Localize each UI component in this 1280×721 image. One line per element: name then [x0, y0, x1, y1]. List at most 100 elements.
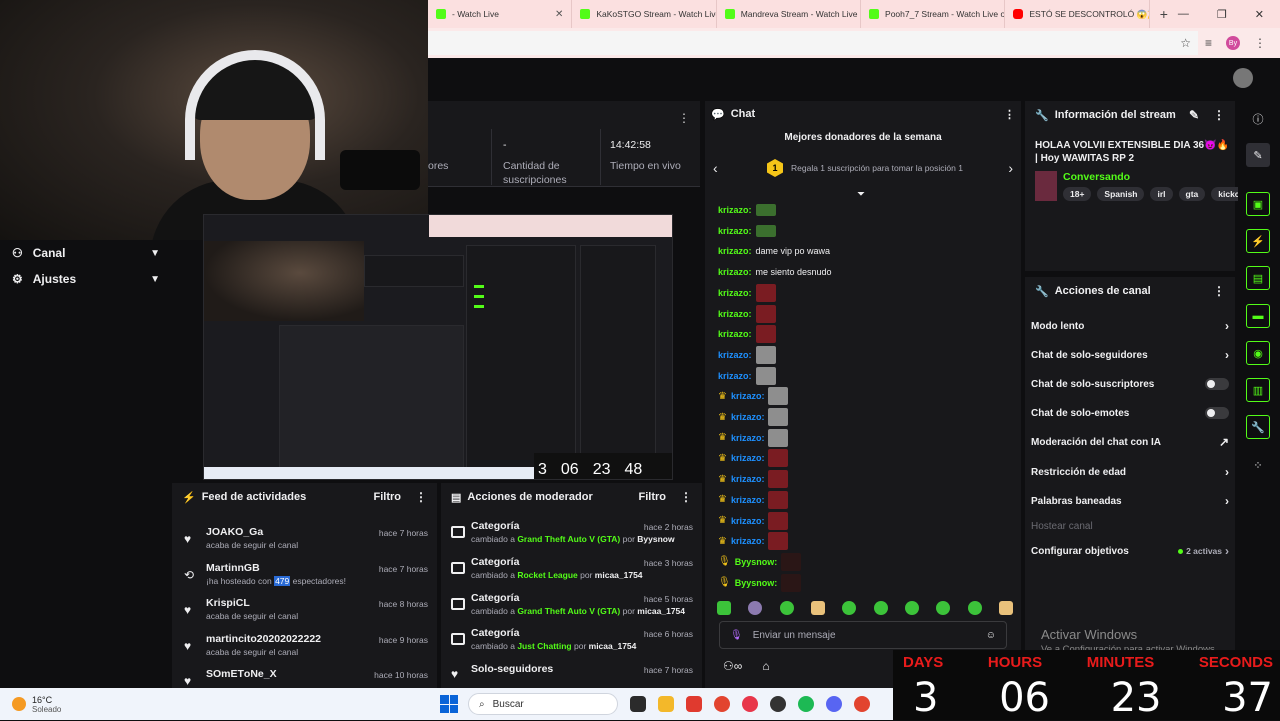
chat-action-icon[interactable]: ▬ — [1246, 304, 1270, 328]
restore-icon[interactable]: ❐ — [1217, 8, 1227, 21]
panel-menu-icon[interactable]: ⋮ — [1213, 284, 1225, 298]
chat-username[interactable]: krizazo: — [731, 412, 765, 422]
category-name[interactable]: Grand Theft Auto V (GTA) — [517, 534, 620, 544]
chat-username[interactable]: krizazo: — [731, 433, 765, 443]
emote-icon[interactable] — [810, 601, 825, 615]
channel-action-row[interactable]: Chat de solo-seguidores › — [1031, 346, 1229, 364]
windows-start-icon[interactable] — [440, 695, 458, 713]
chat-username[interactable]: Byysnow: — [735, 578, 778, 588]
app-icon[interactable] — [686, 696, 702, 712]
channel-action-row[interactable]: Palabras baneadas › — [1031, 492, 1229, 510]
follower-name[interactable]: MartinnGB — [206, 562, 260, 574]
app-icon[interactable] — [630, 696, 646, 712]
chat-username[interactable]: Byysnow: — [735, 557, 778, 567]
chrome-icon[interactable] — [854, 696, 870, 712]
chat-username[interactable]: krizazo: — [718, 267, 752, 277]
channel-action-row[interactable]: Restricción de edad › — [1031, 463, 1229, 481]
users-icon[interactable]: ⚇∞ — [723, 659, 742, 673]
close-window-icon[interactable]: ✕ — [1255, 8, 1264, 21]
channel-action-row[interactable]: Moderación del chat con IA ↗ — [1031, 433, 1229, 451]
folder-icon[interactable] — [658, 696, 674, 712]
notes-icon[interactable]: ▤ — [1246, 266, 1270, 290]
toggle-switch[interactable] — [1205, 378, 1229, 390]
emote-icon[interactable] — [717, 601, 731, 615]
taskbar-search[interactable]: ⌕ Buscar — [468, 693, 618, 715]
emote-icon[interactable] — [873, 601, 888, 615]
chat-username[interactable]: krizazo: — [731, 536, 765, 546]
chat-username[interactable]: krizazo: — [731, 453, 765, 463]
sidebar-item-canal[interactable]: ⚇ Canal ▼ — [12, 246, 160, 260]
chat-username[interactable]: krizazo: — [718, 350, 752, 360]
profile-avatar[interactable]: By — [1226, 36, 1240, 50]
browser-tab[interactable]: - Watch Live ✕ — [428, 0, 573, 28]
scroll-to-bottom-icon[interactable]: ⏷ — [857, 189, 865, 200]
browser-tab[interactable]: ESTÓ SE DESCONTROLÓ 😱🎉 ✕ — [1005, 0, 1150, 28]
clip-icon[interactable]: ▣ — [1246, 192, 1270, 216]
panel-menu-icon[interactable]: ⋮ — [415, 490, 427, 504]
chat-username[interactable]: krizazo: — [731, 474, 765, 484]
bookmark-star-icon[interactable]: ☆ — [1180, 36, 1191, 50]
category-name[interactable]: Rocket League — [517, 570, 577, 580]
moderator-name[interactable]: micaa_1754 — [637, 606, 685, 616]
emote-icon[interactable] — [967, 601, 982, 615]
chat-username[interactable]: krizazo: — [731, 391, 765, 401]
emoji-picker-icon[interactable]: ☺ — [986, 630, 996, 641]
chat-username[interactable]: krizazo: — [718, 329, 752, 339]
moderator-name[interactable]: micaa_1754 — [589, 641, 637, 651]
chevron-right-icon[interactable]: › — [1008, 160, 1013, 176]
panel-menu-icon[interactable]: ⋮ — [680, 490, 692, 504]
chat-username[interactable]: krizazo: — [718, 371, 752, 381]
stream-tag[interactable]: gta — [1178, 187, 1206, 201]
chrome-icon[interactable] — [714, 696, 730, 712]
discord-icon[interactable] — [826, 696, 842, 712]
channel-action-row[interactable]: Modo lento › — [1031, 317, 1229, 335]
category-name[interactable]: Grand Theft Auto V (GTA) — [517, 606, 620, 616]
emote-icon[interactable] — [904, 601, 919, 615]
stream-tag[interactable]: irl — [1150, 187, 1173, 201]
emote-icon[interactable] — [748, 601, 763, 615]
panel-layout-icon[interactable]: ▥ — [1246, 378, 1270, 402]
emote-icon[interactable] — [936, 601, 951, 615]
bolt-action-icon[interactable]: ⚡ — [1246, 229, 1270, 253]
weather-widget[interactable]: 16°C Soleado — [0, 695, 200, 714]
obs-icon[interactable] — [770, 696, 786, 712]
chat-username[interactable]: krizazo: — [731, 495, 765, 505]
category-name[interactable]: Just Chatting — [517, 641, 571, 651]
chat-input[interactable]: 🎙 Enviar un mensaje ☺ — [719, 621, 1007, 649]
info-icon[interactable]: ⓘ — [1246, 107, 1270, 131]
chat-username[interactable]: krizazo: — [718, 205, 752, 215]
broadcast-icon[interactable]: ◉ — [1246, 341, 1270, 365]
filter-button[interactable]: Filtro — [639, 491, 667, 503]
tool-icon[interactable]: 🔧 — [1246, 415, 1270, 439]
channel-action-row[interactable]: Chat de solo-suscriptores — [1031, 375, 1229, 393]
chat-username[interactable]: krizazo: — [718, 288, 752, 298]
chat-username[interactable]: krizazo: — [718, 309, 752, 319]
sidebar-item-ajustes[interactable]: ⚙ Ajustes ▼ — [12, 272, 160, 286]
browser-tab[interactable]: KaKoSTGO Stream - Watch Live✕ — [572, 0, 717, 28]
close-icon[interactable]: ✕ — [555, 9, 563, 20]
edit-pencil-icon[interactable]: ✎ — [1189, 108, 1199, 122]
stream-tag[interactable]: 18+ — [1063, 187, 1092, 201]
user-avatar[interactable] — [1233, 68, 1253, 88]
channel-action-row[interactable]: Configurar objetivos 2 activas › — [1031, 542, 1229, 560]
stats-menu-icon[interactable]: ⋮ — [678, 111, 690, 125]
edit-icon[interactable]: ✎ — [1246, 143, 1270, 167]
chat-username[interactable]: krizazo: — [731, 516, 765, 526]
stream-tag[interactable]: Spanish — [1097, 187, 1145, 201]
add-widget-icon[interactable]: ⁘ — [1246, 453, 1270, 477]
browser-tab[interactable]: Pooh7_7 Stream - Watch Live o✕ — [861, 0, 1006, 28]
emote-icon[interactable] — [779, 601, 794, 615]
address-bar[interactable] — [428, 31, 1198, 55]
emote-icon[interactable] — [998, 601, 1013, 615]
emote-icon[interactable] — [842, 601, 857, 615]
chevron-left-icon[interactable]: ‹ — [713, 160, 718, 176]
chat-username[interactable]: krizazo: — [718, 246, 752, 256]
panel-menu-icon[interactable]: ⋮ — [1213, 108, 1225, 122]
follower-name[interactable]: JOAKO_Ga — [206, 526, 263, 538]
reading-list-icon[interactable]: ≡ — [1205, 36, 1212, 50]
store-icon[interactable]: ⌂ — [762, 659, 769, 673]
stream-category[interactable]: Conversando — [1063, 171, 1130, 183]
follower-name[interactable]: martincito20202022222 — [206, 633, 321, 645]
follower-name[interactable]: SOmETоNe_X — [206, 668, 277, 680]
menu-icon[interactable]: ⋮ — [1254, 36, 1266, 50]
